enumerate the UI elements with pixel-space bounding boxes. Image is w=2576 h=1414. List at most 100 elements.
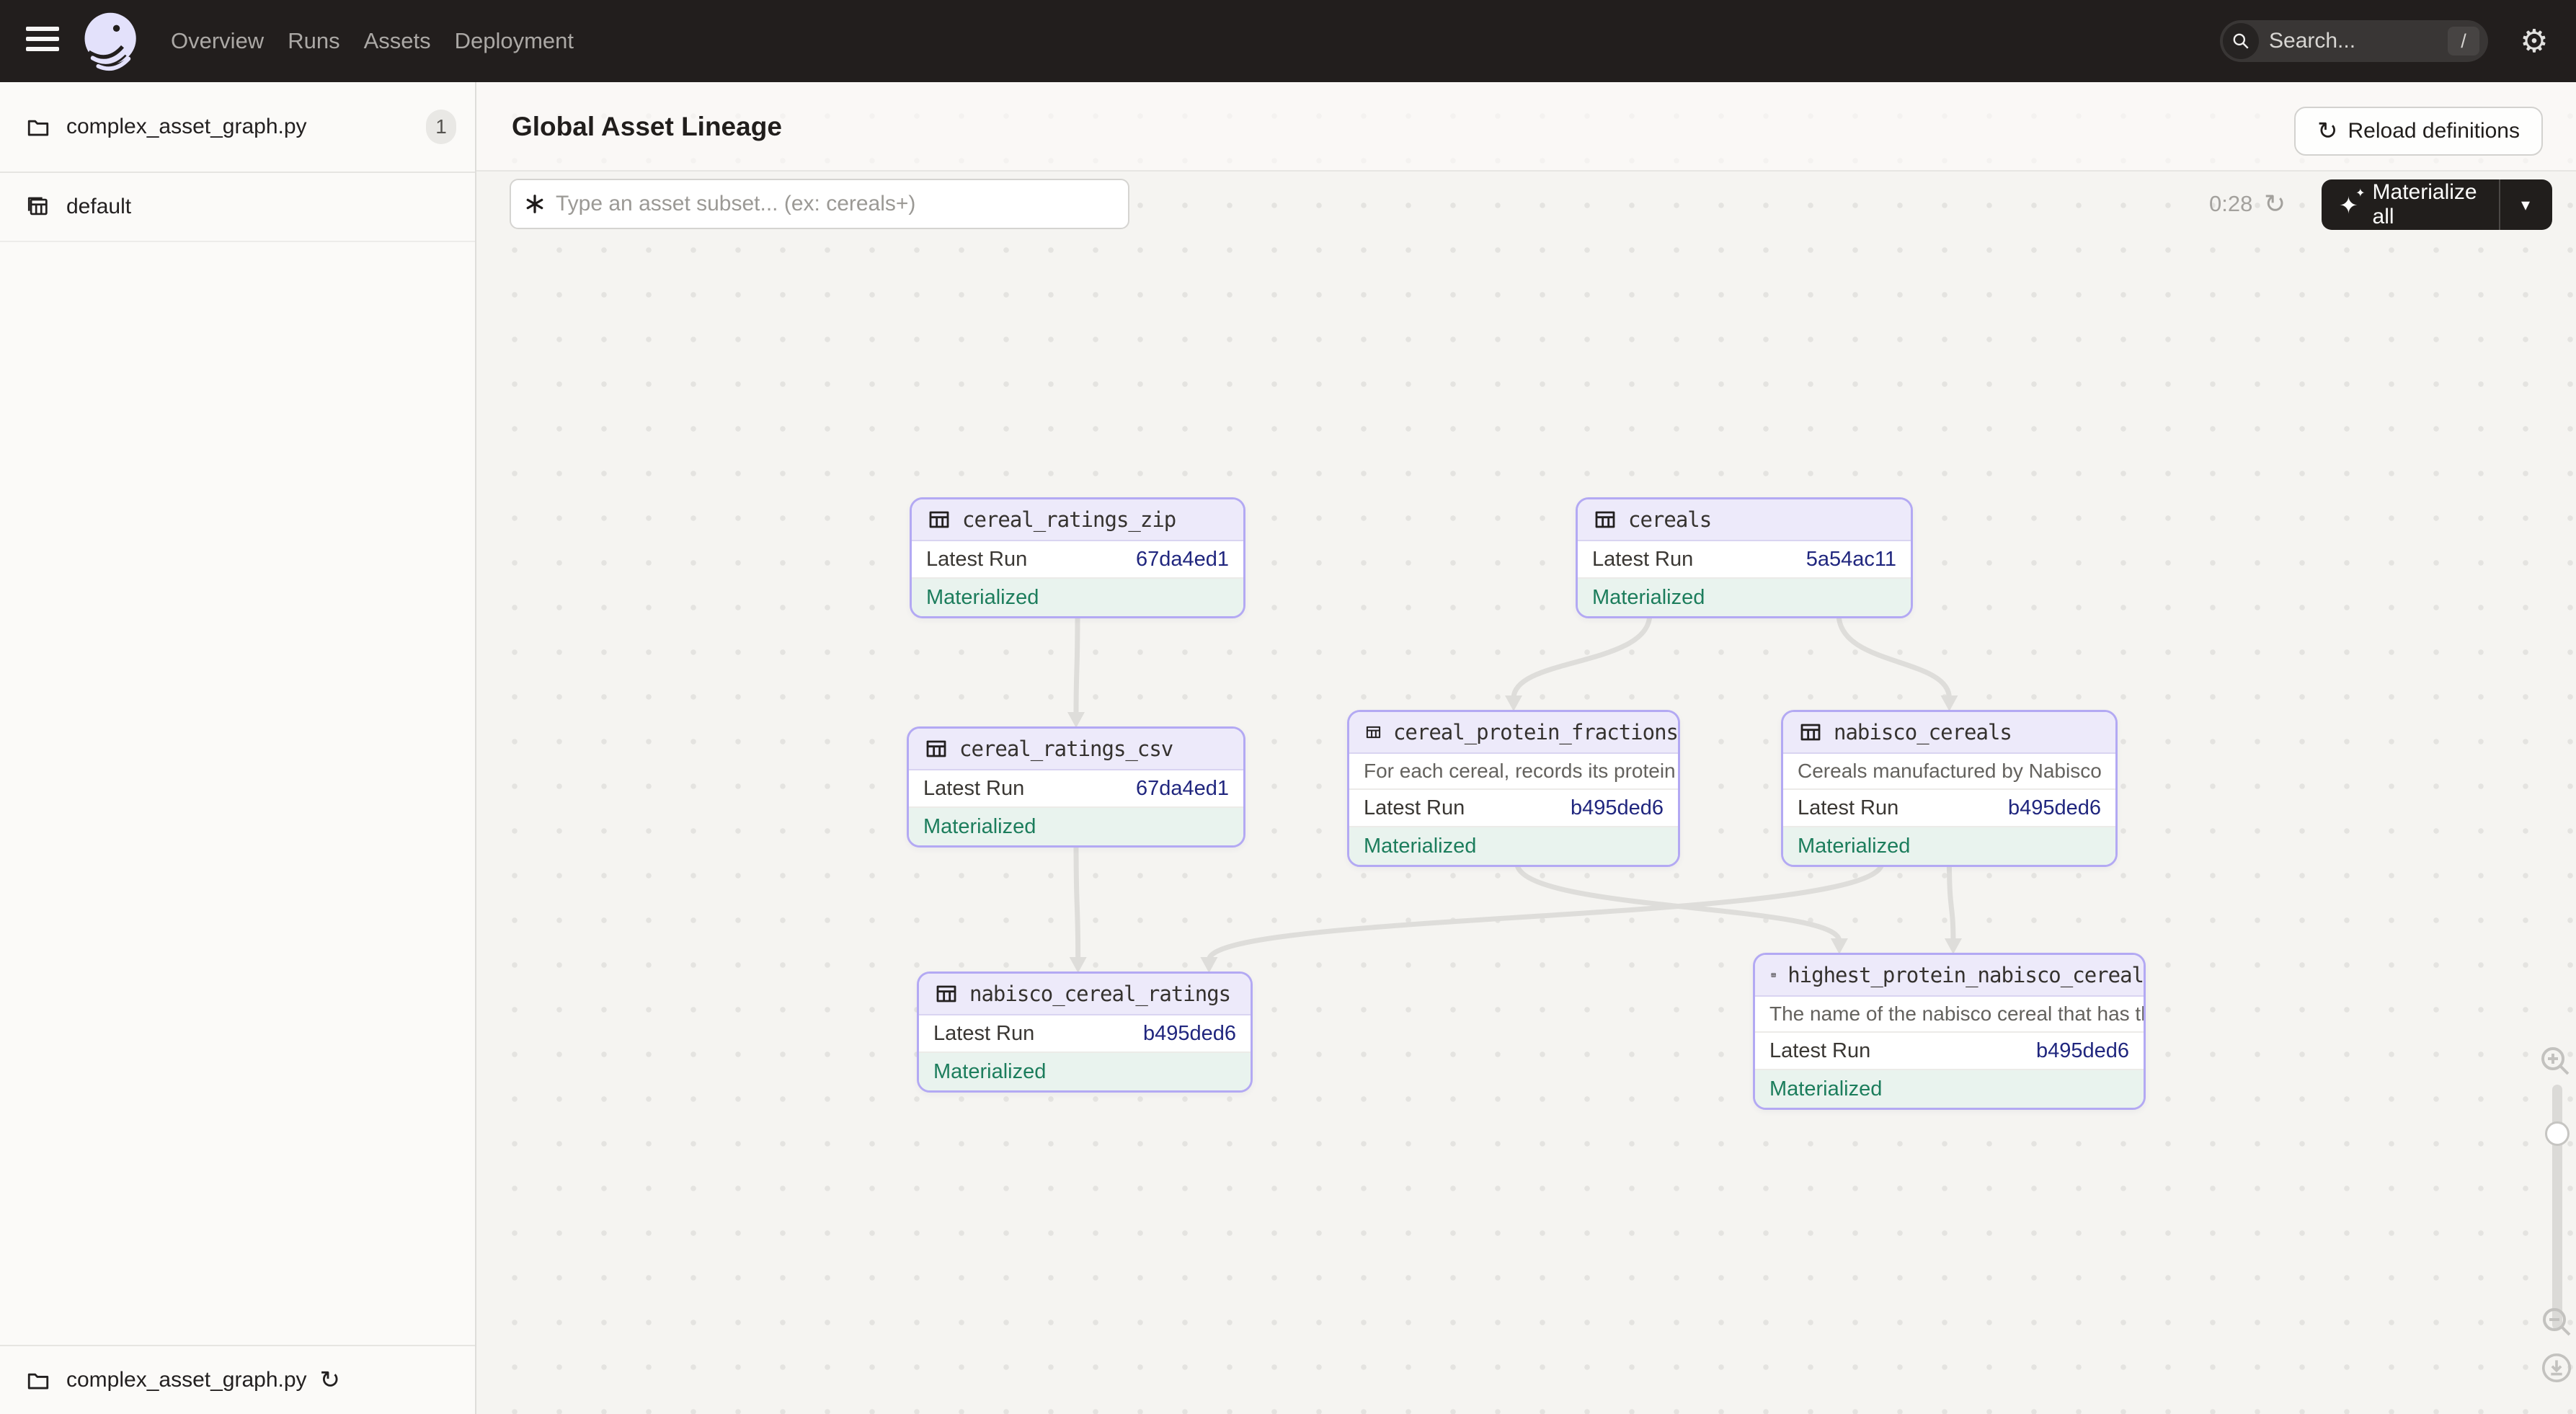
latest-run-label: Latest Run [1769,1039,1870,1063]
latest-run-link[interactable]: b495ded6 [1143,1022,1236,1046]
lineage-edge [1076,614,1078,715]
latest-run-link[interactable]: 67da4ed1 [1136,548,1229,572]
asset-name: cereals [1628,507,1711,532]
asset-name: nabisco_cereal_ratings [969,982,1230,1006]
asset-node-header[interactable]: cereal_ratings_zip [912,499,1243,541]
edge-arrowhead [1945,938,1962,954]
asset-description: The name of the nabisco cereal that has … [1755,997,2144,1033]
latest-run-label: Latest Run [926,548,1027,572]
latest-run-label: Latest Run [1592,548,1693,572]
latest-run-link[interactable]: b495ded6 [1571,796,1664,820]
edge-arrowhead [1067,712,1085,728]
asset-node-cereals[interactable]: cereals Latest Run 5a54ac11 Materialized [1576,497,1913,618]
menu-icon[interactable] [26,27,61,55]
latest-run-label: Latest Run [1798,796,1898,820]
nav-item-runs[interactable]: Runs [288,28,339,54]
asset-description: For each cereal, records its protein ... [1349,754,1678,790]
asset-name: highest_protein_nabisco_cereal [1787,963,2144,987]
table-icon [1771,964,1776,987]
zoom-out-icon[interactable] [2539,1304,2574,1339]
latest-run-row: Latest Run 67da4ed1 [912,541,1243,579]
nav-links: Overview Runs Assets Deployment [171,0,574,82]
asset-node-highest_protein_nabisco_cereal[interactable]: highest_protein_nabisco_cereal The name o… [1753,953,2146,1110]
asset-node-nabisco_cereal_ratings[interactable]: nabisco_cereal_ratings Latest Run b495ded6… [917,971,1253,1093]
search-shortcut-badge: / [2448,27,2479,55]
nav-item-assets[interactable]: Assets [364,28,431,54]
sidebar-item-label: complex_asset_graph.py [66,115,307,139]
code-location-sidebar: complex_asset_graph.py 1 default complex… [0,82,476,1414]
asset-name: cereal_ratings_zip [962,507,1176,532]
lineage-edge [1517,863,1839,941]
asset-name: nabisco_cereals [1834,720,2012,744]
asset-name: cereal_protein_fractions [1393,720,1678,744]
nav-item-deployment[interactable]: Deployment [455,28,574,54]
materialized-status: Materialized [909,808,1243,845]
latest-run-link[interactable]: b495ded6 [2008,796,2101,820]
asset-node-cereal_ratings_csv[interactable]: cereal_ratings_csv Latest Run 67da4ed1 Mate… [907,726,1245,848]
repo-icon [26,195,50,219]
edge-arrowhead [1831,938,1848,954]
asset-node-cereal_ratings_zip[interactable]: cereal_ratings_zip Latest Run 67da4ed1 Mate… [910,497,1245,618]
materialized-status: Materialized [912,579,1243,616]
latest-run-label: Latest Run [1364,796,1465,820]
asset-node-header[interactable]: nabisco_cereals [1783,712,2115,754]
asset-node-header[interactable]: nabisco_cereal_ratings [919,974,1251,1015]
asset-group-count-badge: 1 [426,110,456,144]
sidebar-item-label: default [66,195,131,219]
sidebar-item-code-location[interactable]: complex_asset_graph.py 1 [0,82,475,173]
latest-run-row: Latest Run b495ded6 [919,1015,1251,1053]
download-image-icon[interactable] [2540,1351,2573,1384]
edge-arrowhead [1200,957,1217,973]
latest-run-link[interactable]: 67da4ed1 [1136,777,1229,801]
latest-run-link[interactable]: 5a54ac11 [1806,548,1896,572]
materialized-status: Materialized [1349,827,1678,865]
lineage-edge [1209,863,1882,960]
table-icon [1365,721,1382,744]
table-icon [1594,508,1617,531]
asset-node-header[interactable]: cereal_ratings_csv [909,729,1243,770]
table-icon [1799,721,1822,744]
gear-icon[interactable]: ⚙ [2515,0,2553,82]
latest-run-label: Latest Run [933,1022,1034,1046]
lineage-edge [1076,843,1078,960]
table-icon [925,737,948,760]
search-icon [2223,23,2259,59]
dagster-logo-icon[interactable] [79,9,144,76]
footer-code-location-label: complex_asset_graph.py [66,1368,307,1392]
asset-description: Cereals manufactured by Nabisco [1783,754,2115,790]
latest-run-link[interactable]: b495ded6 [2036,1039,2129,1063]
zoom-in-icon[interactable] [2538,1044,2572,1078]
nav-item-overview[interactable]: Overview [171,28,264,54]
materialized-status: Materialized [919,1053,1251,1090]
asset-node-header[interactable]: cereals [1578,499,1911,541]
latest-run-label: Latest Run [923,777,1024,801]
latest-run-row: Latest Run 67da4ed1 [909,770,1243,808]
table-icon [928,508,951,531]
lineage-edge [1514,614,1650,698]
asset-node-header[interactable]: cereal_protein_fractions [1349,712,1678,754]
materialized-status: Materialized [1755,1070,2144,1108]
asset-node-cereal_protein_fractions[interactable]: cereal_protein_fractions For each cereal,… [1347,710,1680,867]
reload-location-icon[interactable]: ↻ [320,1366,341,1395]
edge-arrowhead [1941,695,1958,711]
materialized-status: Materialized [1783,827,2115,865]
global-search[interactable]: / [2220,20,2488,62]
sidebar-footer: complex_asset_graph.py ↻ [0,1345,475,1414]
latest-run-row: Latest Run 5a54ac11 [1578,541,1911,579]
search-input[interactable] [2269,20,2428,62]
latest-run-row: Latest Run b495ded6 [1783,790,2115,827]
sidebar-item-default-group[interactable]: default [0,173,475,242]
folder-icon [26,1368,50,1392]
zoom-slider-handle[interactable] [2545,1121,2570,1146]
latest-run-row: Latest Run b495ded6 [1349,790,1678,827]
edge-arrowhead [1070,957,1087,973]
asset-node-nabisco_cereals[interactable]: nabisco_cereals Cereals manufactured by N… [1781,710,2118,867]
top-nav-bar: Overview Runs Assets Deployment / ⚙ [0,0,2576,82]
asset-node-header[interactable]: highest_protein_nabisco_cereal [1755,955,2144,997]
table-icon [935,982,958,1005]
latest-run-row: Latest Run b495ded6 [1755,1033,2144,1070]
edge-arrowhead [1505,695,1522,711]
asset-lineage-canvas[interactable]: Global Asset Lineage ↻ Reload definition… [476,82,2576,1414]
asset-name: cereal_ratings_csv [959,737,1173,761]
materialized-status: Materialized [1578,579,1911,616]
